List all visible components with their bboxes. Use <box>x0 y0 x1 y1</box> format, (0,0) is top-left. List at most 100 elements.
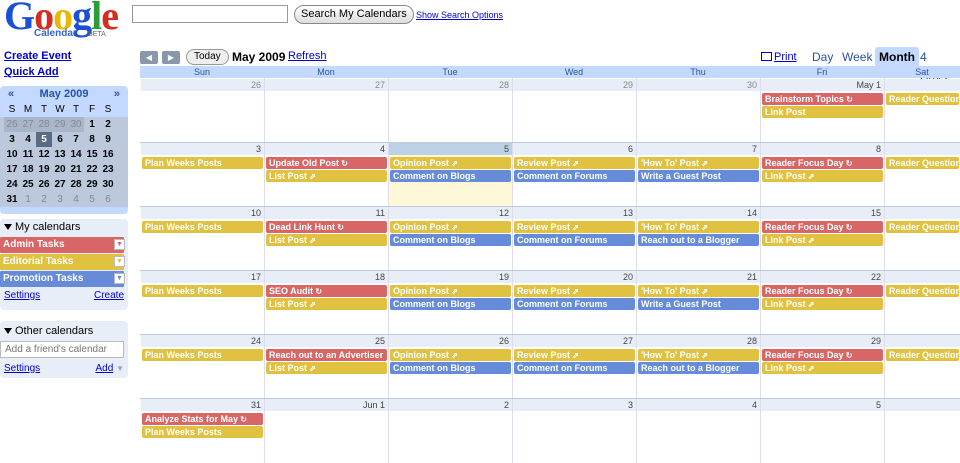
mini-cal-day[interactable]: 17 <box>4 162 20 177</box>
day-number[interactable]: May 1 <box>761 79 884 91</box>
mini-cal-day[interactable]: 6 <box>100 192 116 207</box>
day-number[interactable]: 5 <box>761 399 884 411</box>
collapse-triangle-icon[interactable] <box>4 328 12 335</box>
calendar-event[interactable]: Comment on Blogs <box>390 298 511 310</box>
day-number[interactable]: 27 <box>265 79 388 91</box>
calendar-event[interactable]: Reader Focus Day ↻ <box>762 157 883 169</box>
calendar-item[interactable]: Editorial Tasks ▼ <box>0 254 125 270</box>
mini-cal-day[interactable]: 26 <box>36 177 52 192</box>
mini-cal-day[interactable]: 5 <box>36 132 52 147</box>
quick-add-link[interactable]: Quick Add <box>4 66 59 78</box>
calendar-event[interactable]: List Post ⇗ <box>266 362 387 374</box>
search-calendars-button[interactable]: Search My Calendars <box>294 5 414 24</box>
day-number[interactable]: 30 <box>637 79 760 91</box>
day-number[interactable]: 12 <box>389 207 512 219</box>
day-number[interactable]: 22 <box>761 271 884 283</box>
mini-cal-day[interactable]: 28 <box>68 177 84 192</box>
day-number[interactable]: 26 <box>141 79 264 91</box>
calendar-event[interactable]: Reader Focus Day ↻ <box>762 285 883 297</box>
mini-cal-day[interactable]: 4 <box>20 132 36 147</box>
show-search-options-link[interactable]: Show Search Options <box>416 10 503 20</box>
mini-cal-day[interactable]: 11 <box>20 147 36 162</box>
calendar-event[interactable]: Plan Weeks Posts <box>142 285 263 297</box>
calendar-event[interactable]: Comment on Blogs <box>390 234 511 246</box>
calendar-event[interactable]: Comment on Forums <box>514 170 635 182</box>
calendar-event[interactable]: Reader Question <box>886 349 959 361</box>
calendar-event[interactable]: List Post ⇗ <box>266 298 387 310</box>
calendar-event[interactable]: Comment on Forums <box>514 298 635 310</box>
mini-cal-day[interactable]: 13 <box>52 147 68 162</box>
day-number[interactable]: 20 <box>513 271 636 283</box>
calendar-event[interactable]: Update Old Post ↻ <box>266 157 387 169</box>
calendar-event[interactable]: Reach out to a Blogger <box>638 234 759 246</box>
day-number[interactable]: 13 <box>513 207 636 219</box>
today-button[interactable]: Today <box>186 49 229 65</box>
day-number[interactable]: 19 <box>389 271 512 283</box>
mini-cal-day[interactable]: 14 <box>68 147 84 162</box>
day-number[interactable]: 4 <box>637 399 760 411</box>
other-calendars-add-link[interactable]: Add <box>96 363 114 374</box>
calendar-event[interactable]: Reader Question <box>886 157 959 169</box>
mini-cal-day[interactable]: 31 <box>4 192 20 207</box>
mini-cal-day[interactable]: 7 <box>68 132 84 147</box>
day-number[interactable]: 24 <box>141 335 264 347</box>
mini-cal-day[interactable]: 19 <box>36 162 52 177</box>
day-number[interactable]: 6 <box>513 143 636 155</box>
day-number[interactable]: 11 <box>265 207 388 219</box>
day-number[interactable] <box>885 143 960 155</box>
mini-cal-day[interactable]: 30 <box>68 117 84 132</box>
my-calendars-header[interactable]: My calendars <box>0 219 128 236</box>
calendar-event[interactable]: Reader Question <box>886 221 959 233</box>
my-calendars-settings-link[interactable]: Settings <box>4 290 40 301</box>
calendar-event[interactable]: Brainstorm Topics ↻ <box>762 93 883 105</box>
add-friend-calendar-input[interactable]: Add a friend's calendar <box>0 341 124 358</box>
day-number[interactable]: 26 <box>389 335 512 347</box>
day-number[interactable]: 7 <box>637 143 760 155</box>
day-number[interactable] <box>885 207 960 219</box>
calendar-event[interactable]: Comment on Blogs <box>390 362 511 374</box>
mini-cal-day[interactable]: 3 <box>4 132 20 147</box>
mini-cal-day[interactable]: 16 <box>100 147 116 162</box>
calendar-event[interactable]: Link Post ⇗ <box>762 362 883 374</box>
mini-cal-day[interactable]: 25 <box>20 177 36 192</box>
mini-cal-day[interactable]: 6 <box>52 132 68 147</box>
calendar-options-icon[interactable]: ▼ <box>114 239 125 250</box>
day-number[interactable]: 14 <box>637 207 760 219</box>
calendar-event[interactable]: Opinion Post ⇗ <box>390 349 511 361</box>
calendar-event[interactable]: 'How To' Post ⇗ <box>638 285 759 297</box>
mini-cal-day[interactable]: 1 <box>20 192 36 207</box>
mini-cal-day[interactable]: 4 <box>68 192 84 207</box>
mini-cal-day[interactable]: 12 <box>36 147 52 162</box>
calendar-event[interactable]: Review Post ⇗ <box>514 221 635 233</box>
other-calendars-settings-link[interactable]: Settings <box>4 363 40 374</box>
calendar-event[interactable]: Reader Question <box>886 93 959 105</box>
mini-cal-day[interactable]: 5 <box>84 192 100 207</box>
tab-month[interactable]: Month <box>875 47 919 67</box>
calendar-event[interactable]: Plan Weeks Posts <box>142 426 263 438</box>
mini-cal-day[interactable]: 29 <box>52 117 68 132</box>
day-number[interactable]: 31 <box>141 399 264 411</box>
day-number[interactable]: 29 <box>761 335 884 347</box>
my-calendars-create-link[interactable]: Create <box>94 290 124 301</box>
day-number[interactable] <box>885 335 960 347</box>
calendar-options-icon[interactable]: ▼ <box>114 256 125 267</box>
mini-cal-day[interactable]: 10 <box>4 147 20 162</box>
calendar-item[interactable]: Promotion Tasks ▼ <box>0 271 125 287</box>
mini-cal-day[interactable]: 28 <box>36 117 52 132</box>
calendar-event[interactable]: Analyze Stats for May ↻ <box>142 413 263 425</box>
day-number[interactable]: 28 <box>389 79 512 91</box>
mini-cal-day[interactable]: 21 <box>68 162 84 177</box>
calendar-event[interactable]: Link Post ⇗ <box>762 170 883 182</box>
calendar-event[interactable]: Link Post <box>762 106 883 118</box>
calendar-event[interactable]: 'How To' Post ⇗ <box>638 157 759 169</box>
mini-cal-day[interactable]: 27 <box>20 117 36 132</box>
mini-cal-day[interactable]: 1 <box>84 117 100 132</box>
calendar-event[interactable]: Opinion Post ⇗ <box>390 285 511 297</box>
day-number[interactable]: 3 <box>141 143 264 155</box>
calendar-event[interactable]: Review Post ⇗ <box>514 157 635 169</box>
tab-4-days[interactable]: 4 Days <box>916 47 960 84</box>
day-number[interactable]: 3 <box>513 399 636 411</box>
collapse-triangle-icon[interactable] <box>4 224 12 231</box>
mini-cal-day[interactable]: 30 <box>100 177 116 192</box>
calendar-event[interactable]: Reader Focus Day ↻ <box>762 349 883 361</box>
